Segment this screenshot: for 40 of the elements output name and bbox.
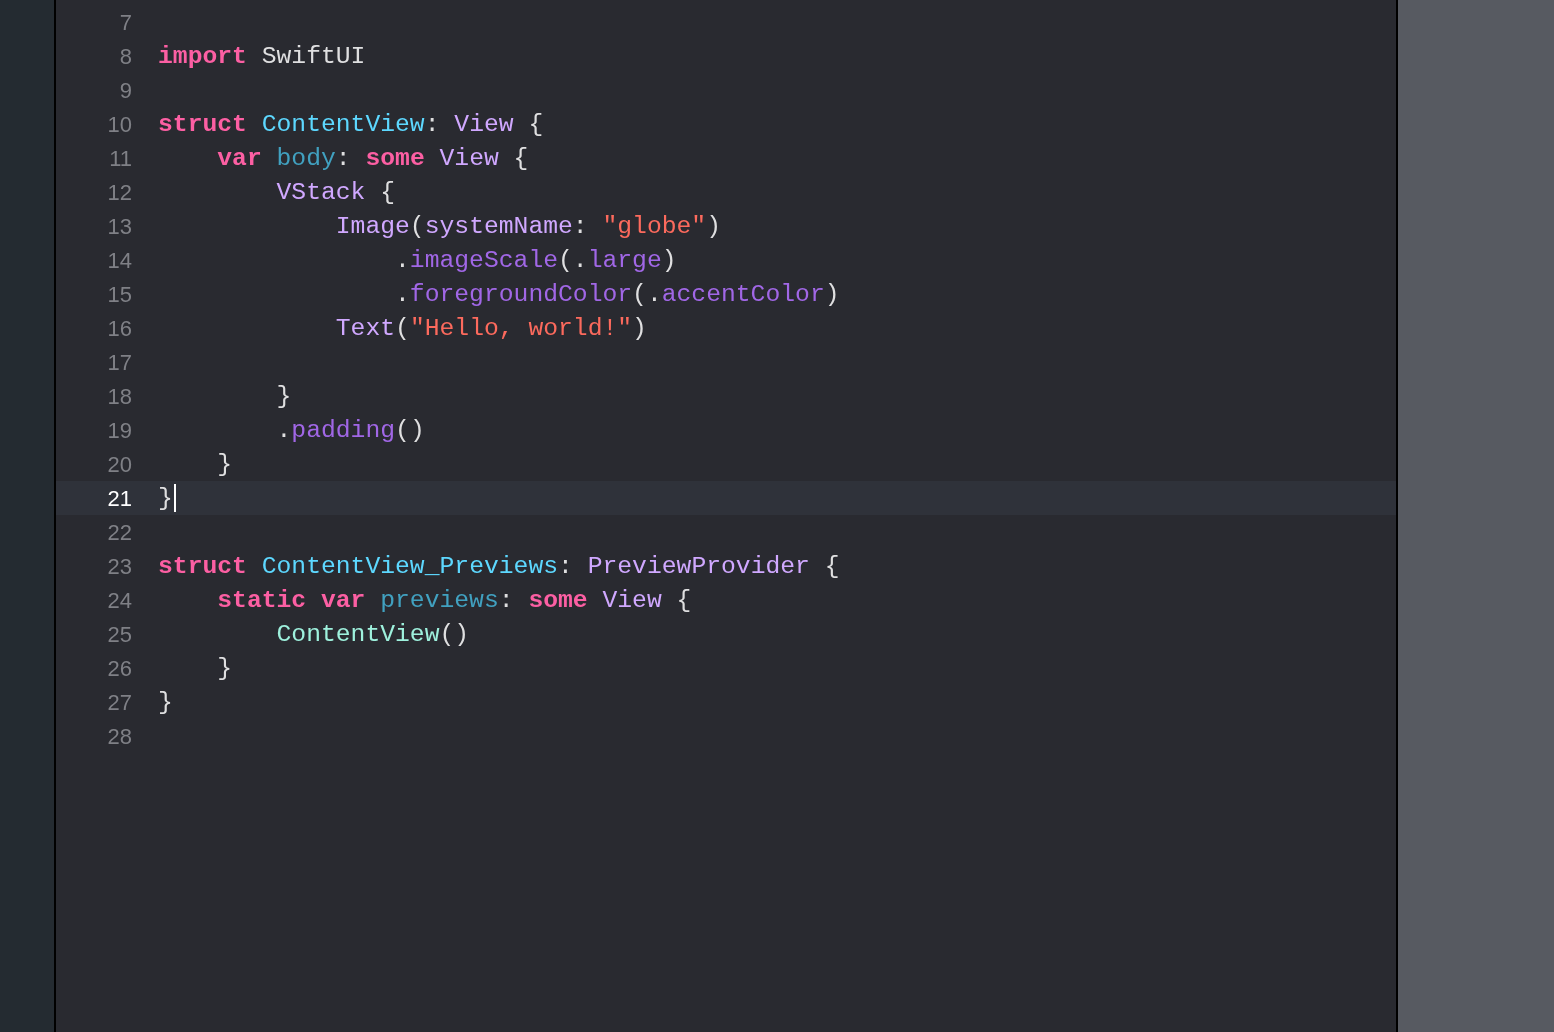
line-number: 21 — [106, 484, 132, 513]
code-line: } — [216, 449, 233, 480]
line-number: 12 — [106, 178, 132, 207]
code-line: Text("Hello, world!") — [334, 313, 647, 344]
line-number: 26 — [106, 654, 132, 683]
code-line: struct ContentView_Previews: PreviewProvider { — [158, 551, 840, 582]
code-line: import SwiftUI — [158, 41, 366, 72]
code-line: .foregroundColor(.accentColor) — [394, 279, 840, 310]
code-line: .padding() — [275, 415, 425, 446]
code-line: } — [158, 687, 173, 718]
code-line: } — [275, 381, 292, 412]
code-line: var body: some View { — [216, 143, 529, 174]
code-line: } — [158, 483, 173, 514]
line-number: 11 — [108, 144, 132, 173]
code-line: } — [216, 653, 233, 684]
line-number: 17 — [106, 348, 132, 377]
line-number: 15 — [106, 280, 132, 309]
line-number: 23 — [106, 552, 132, 581]
line-number: 27 — [106, 688, 132, 717]
line-number: 10 — [106, 110, 132, 139]
code-line: ContentView() — [275, 619, 470, 650]
code-line: struct ContentView: View { — [158, 109, 544, 140]
line-number: 18 — [106, 382, 132, 411]
line-number: 7 — [118, 8, 132, 37]
line-number: 24 — [106, 586, 132, 615]
line-number: 19 — [106, 416, 132, 445]
line-number: 20 — [106, 450, 132, 479]
text-cursor — [173, 484, 176, 512]
code-line: static var previews: some View { — [216, 585, 692, 616]
line-number: 14 — [106, 246, 132, 275]
line-number: 8 — [118, 42, 132, 71]
line-number: 9 — [118, 76, 132, 105]
line-number: 28 — [106, 722, 132, 751]
line-number: 16 — [106, 314, 132, 343]
line-number: 25 — [106, 620, 132, 649]
line-number: 22 — [106, 518, 132, 547]
code-line: VStack { — [275, 177, 396, 208]
code-line: Image(systemName: "globe") — [334, 211, 722, 242]
line-number: 13 — [106, 212, 132, 241]
code-line: .imageScale(.large) — [394, 245, 677, 276]
